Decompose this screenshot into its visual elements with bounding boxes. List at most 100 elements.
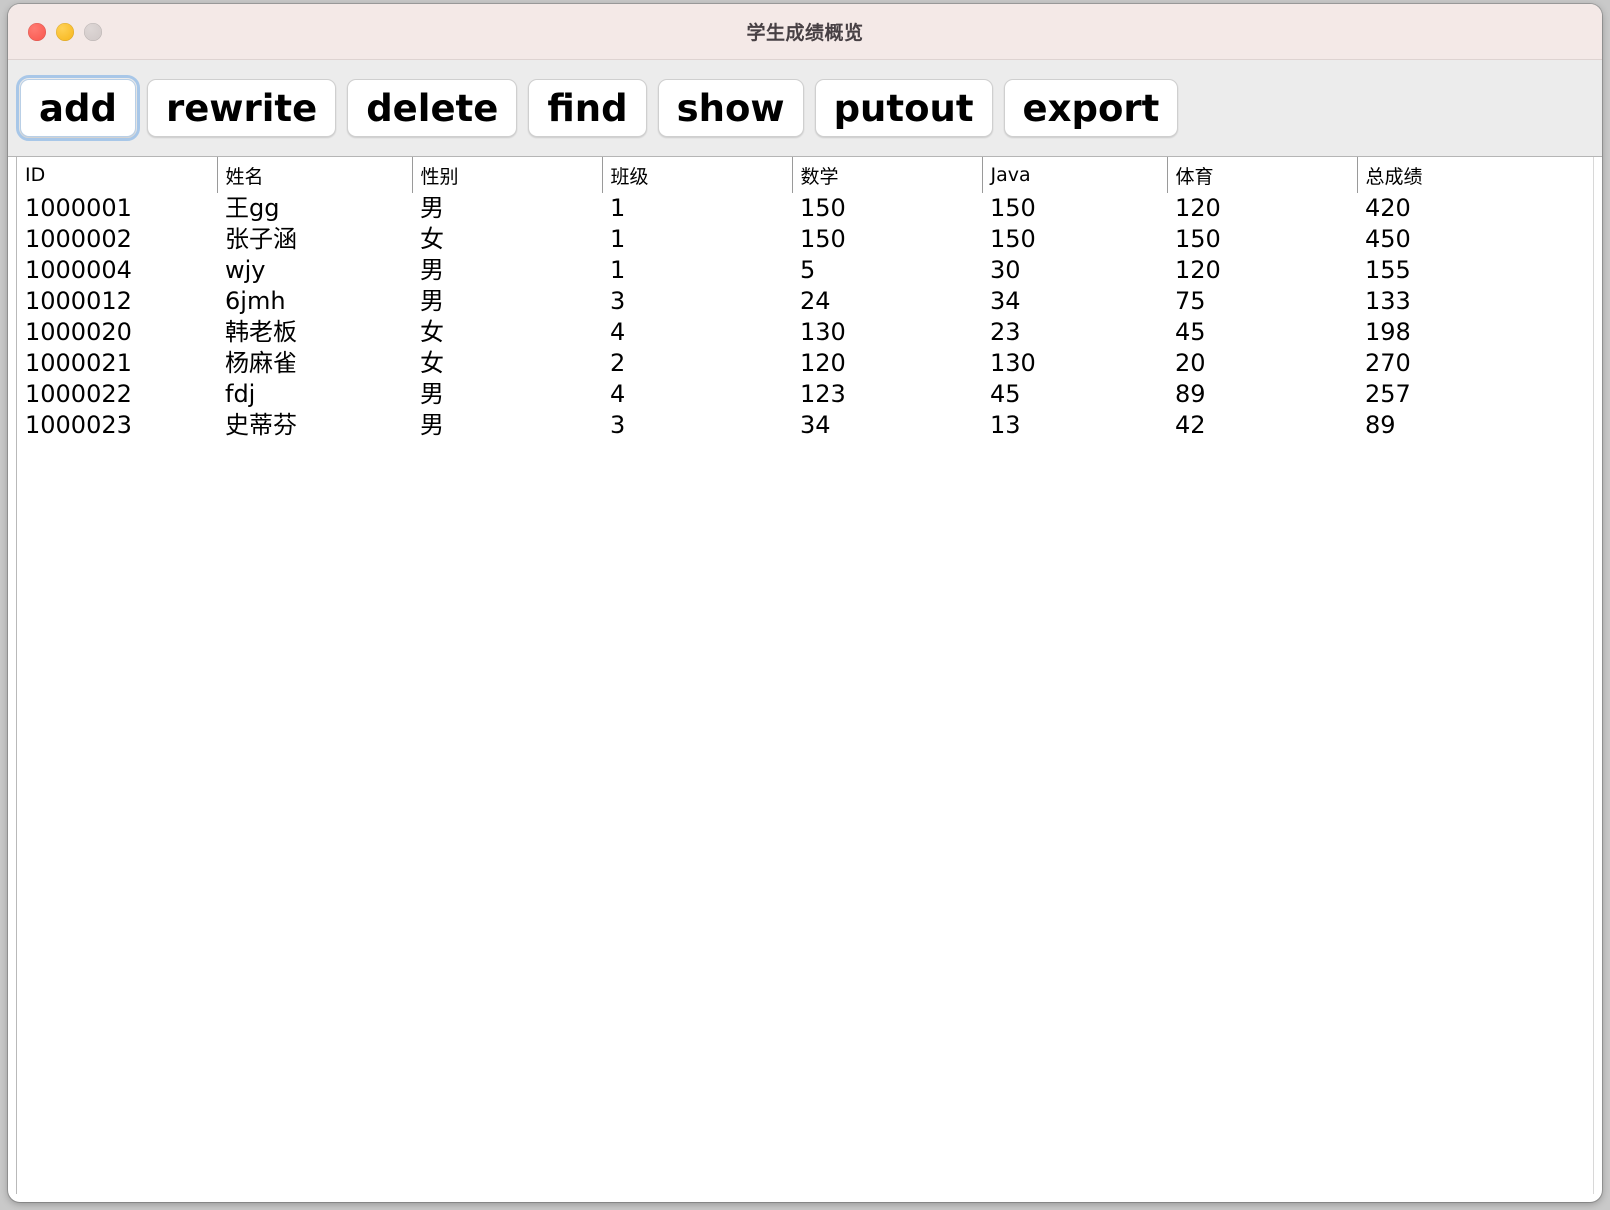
table-scroll-area[interactable]: ID 姓名 性别 班级 数学 Java 体育 总成绩 1000001 王gg 男 1 150 150 12…	[16, 157, 1594, 1194]
table-cell: 150	[800, 194, 846, 222]
table-cell: 男	[420, 380, 444, 408]
table-cell: 45	[1175, 318, 1206, 346]
column-header-1[interactable]: ID	[17, 157, 217, 193]
table-cell: 3	[610, 411, 626, 439]
column-header-2[interactable]: 姓名	[216, 157, 412, 193]
delete-button[interactable]: delete	[347, 79, 518, 137]
table-cell: 男	[420, 256, 444, 284]
table-cell: 1000001	[25, 194, 132, 222]
putout-button[interactable]: putout	[814, 79, 993, 137]
table-cell: 42	[1175, 411, 1206, 439]
table-cell: 4	[610, 318, 626, 346]
table-cell: wjy	[225, 256, 266, 284]
table-cell: 133	[1365, 287, 1411, 315]
table-cell: 130	[990, 349, 1036, 377]
table-cell: 女	[420, 349, 444, 377]
table-cell: 6jmh	[225, 287, 286, 315]
table-row[interactable]: 1000012 6jmh 男 3 24 34 75 133	[17, 286, 1593, 317]
table-cell: 150	[990, 194, 1036, 222]
table-cell: 120	[1175, 256, 1221, 284]
column-header-7[interactable]: 体育	[1166, 157, 1357, 193]
table-cell: 张子涵	[225, 225, 297, 253]
table-cell: 23	[990, 318, 1021, 346]
table-cell: fdj	[225, 380, 256, 408]
table-cell: 男	[420, 194, 444, 222]
column-header-4[interactable]: 班级	[601, 157, 792, 193]
column-header-5[interactable]: 数学	[791, 157, 982, 193]
table-cell: 89	[1175, 380, 1206, 408]
column-header-3[interactable]: 性别	[411, 157, 602, 193]
window-controls	[28, 22, 102, 41]
show-button[interactable]: show	[657, 79, 804, 137]
minimize-button-icon[interactable]	[56, 22, 74, 41]
table-cell: 120	[1175, 194, 1221, 222]
toolbar: add rewrite delete find show putout export	[8, 60, 1602, 157]
table-cell: 198	[1365, 318, 1411, 346]
title-bar: 学生成绩概览	[8, 4, 1602, 60]
table-cell: 1	[610, 194, 626, 222]
table-cell: 155	[1365, 256, 1411, 284]
table-cell: 257	[1365, 380, 1411, 408]
table-cell: 2	[610, 349, 626, 377]
table-cell: 女	[420, 318, 444, 346]
table-row[interactable]: 1000001 王gg 男 1 150 150 120 420	[17, 193, 1593, 224]
application-window: 学生成绩概览 add rewrite delete find show putout exp…	[8, 4, 1602, 1202]
table-cell: 1000022	[25, 380, 132, 408]
table-cell: 1000021	[25, 349, 132, 377]
table-row[interactable]: 1000023 史蒂芬 男 3 34 13 42 89	[17, 410, 1593, 441]
table-cell: 123	[800, 380, 846, 408]
table-cell: 270	[1365, 349, 1411, 377]
table-cell: 75	[1175, 287, 1206, 315]
table-cell: 13	[990, 411, 1021, 439]
table-cell: 20	[1175, 349, 1206, 377]
table-cell: 史蒂芬	[225, 411, 297, 439]
zoom-button-icon[interactable]	[84, 22, 102, 41]
table-cell: 1000002	[25, 225, 132, 253]
table-cell: 89	[1365, 411, 1396, 439]
table-cell: 24	[800, 287, 831, 315]
window-title: 学生成绩概览	[746, 22, 864, 44]
table-cell: 34	[990, 287, 1021, 315]
column-header-8[interactable]: 总成绩	[1356, 157, 1593, 193]
rewrite-button[interactable]: rewrite	[146, 79, 337, 137]
table-cell: 女	[420, 225, 444, 253]
table-cell: 34	[800, 411, 831, 439]
table-header: ID 姓名 性别 班级 数学 Java 体育 总成绩	[17, 157, 1593, 193]
table-cell: 王gg	[225, 194, 280, 222]
table-cell: 1	[610, 225, 626, 253]
table-cell: 5	[800, 256, 816, 284]
table-cell: 韩老板	[225, 318, 297, 346]
table-cell: 150	[990, 225, 1036, 253]
table-cell: 1	[610, 256, 626, 284]
student-grades-table: ID 姓名 性别 班级 数学 Java 体育 总成绩 1000001 王gg 男 1 150 150 12…	[17, 157, 1593, 441]
table-row[interactable]: 1000021 杨麻雀 女 2 120 130 20 270	[17, 348, 1593, 379]
add-button[interactable]: add	[16, 75, 140, 141]
table-row[interactable]: 1000002 张子涵 女 1 150 150 150 450	[17, 224, 1593, 255]
table-cell: 30	[990, 256, 1021, 284]
table-row[interactable]: 1000020 韩老板 女 4 130 23 45 198	[17, 317, 1593, 348]
table-cell: 1000020	[25, 318, 132, 346]
table-cell: 150	[1175, 225, 1221, 253]
table-row[interactable]: 1000022 fdj 男 4 123 45 89 257	[17, 379, 1593, 410]
table-cell: 男	[420, 287, 444, 315]
column-header-6[interactable]: Java	[981, 157, 1167, 193]
table-cell: 1000004	[25, 256, 132, 284]
table-cell: 男	[420, 411, 444, 439]
export-button[interactable]: export	[1003, 79, 1179, 137]
table-cell: 45	[990, 380, 1021, 408]
table-cell: 450	[1365, 225, 1411, 253]
close-button-icon[interactable]	[28, 22, 46, 41]
find-button[interactable]: find	[528, 79, 647, 137]
table-cell: 3	[610, 287, 626, 315]
table-cell: 4	[610, 380, 626, 408]
table-cell: 杨麻雀	[225, 349, 297, 377]
table-cell: 1000023	[25, 411, 132, 439]
table-cell: 120	[800, 349, 846, 377]
table-cell: 150	[800, 225, 846, 253]
table-header-row: ID 姓名 性别 班级 数学 Java 体育 总成绩	[17, 157, 1593, 193]
table-row[interactable]: 1000004 wjy 男 1 5 30 120 155	[17, 255, 1593, 286]
table-cell: 130	[800, 318, 846, 346]
table-body: 1000001 王gg 男 1 150 150 120 420 1000002 张子涵女 1 150 1…	[17, 193, 1593, 441]
table-cell: 1000012	[25, 287, 132, 315]
table-cell: 420	[1365, 194, 1411, 222]
